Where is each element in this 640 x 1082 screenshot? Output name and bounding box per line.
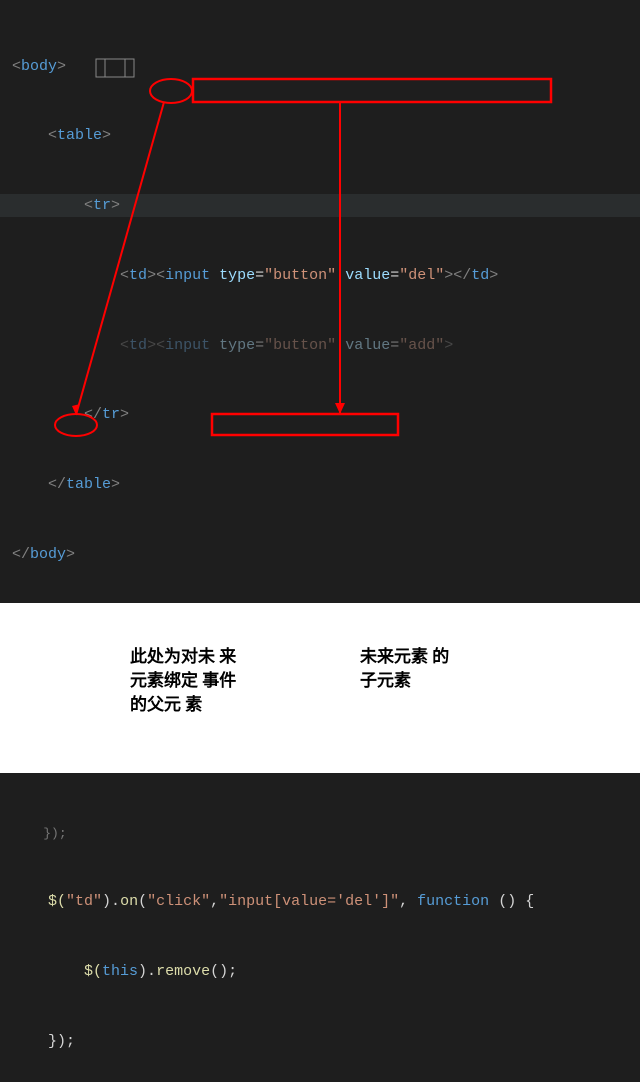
annotation-parent: 此处为对未 来元素绑定 事件的父元 素 xyxy=(130,645,240,716)
code-line: </table> xyxy=(0,473,640,496)
code-block-html: <body> <table> <tr> <td><input type="but… xyxy=(0,0,640,603)
code-line: }); xyxy=(0,1030,640,1053)
code-line: </tr> xyxy=(0,403,640,426)
code-line: <table> xyxy=(0,124,640,147)
annotation-area: 此处为对未 来元素绑定 事件的父元 素 未来元素 的子元素 xyxy=(0,603,640,773)
code-block-js: }); $("td").on("click","input[value='del… xyxy=(0,773,640,1082)
code-line: $(this).remove(); xyxy=(0,960,640,983)
code-line: <td><input type="button" value="add"> xyxy=(0,334,640,357)
code-line: $("td").on("click","input[value='del']",… xyxy=(0,890,640,913)
code-line-highlight: <tr> xyxy=(0,194,640,217)
code-line: }); xyxy=(0,824,640,844)
annotation-child: 未来元素 的子元素 xyxy=(360,645,460,693)
code-line: <body> xyxy=(0,55,640,78)
code-line: </body> xyxy=(0,543,640,566)
code-line: <td><input type="button" value="del"></t… xyxy=(0,264,640,287)
